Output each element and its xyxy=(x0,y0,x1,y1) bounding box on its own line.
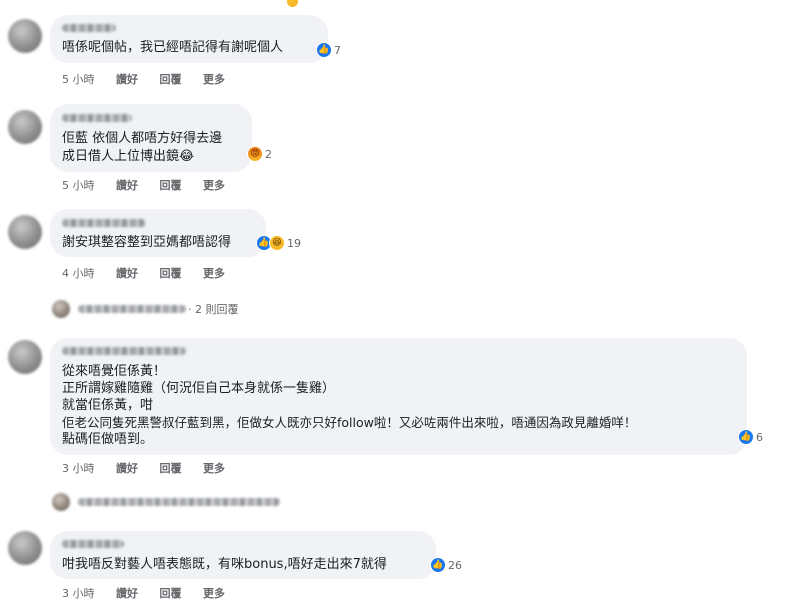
like-button[interactable]: 讚好 xyxy=(116,585,138,601)
more-button[interactable]: 更多 xyxy=(203,71,225,87)
more-button[interactable]: 更多 xyxy=(203,460,225,476)
commenter-name[interactable] xyxy=(62,24,116,32)
like-icon: 👍 xyxy=(738,429,754,445)
comment-actions: 3 小時 讚好 回覆 更多 xyxy=(62,585,243,601)
more-button[interactable]: 更多 xyxy=(203,265,225,281)
comment-bubble: 咁我唔反對藝人唔表態既，有咪bonus,唔好走出來7就得 xyxy=(50,531,436,579)
comment-text: 就當佢係黃，咁 xyxy=(62,398,154,413)
avatar[interactable] xyxy=(8,19,42,53)
timestamp[interactable]: 5 小時 xyxy=(62,177,95,193)
reaction-summary[interactable]: 👍 6 xyxy=(738,428,763,446)
like-icon: 👍 xyxy=(430,557,446,573)
avatar[interactable] xyxy=(8,340,42,374)
reaction-count: 2 xyxy=(265,147,272,161)
reaction-summary[interactable]: 😡 2 xyxy=(247,145,272,163)
reply-button[interactable]: 回覆 xyxy=(160,177,182,193)
reply-button[interactable]: 回覆 xyxy=(160,460,182,476)
comment-text: 謝安琪整容整到亞媽都唔認得 xyxy=(62,235,232,250)
timestamp[interactable]: 3 小時 xyxy=(62,460,95,476)
reply-button[interactable]: 回覆 xyxy=(160,265,182,281)
comment-text: 點碼佢做唔到。 xyxy=(62,432,154,447)
comment-text: 從來唔覺佢係黃！ xyxy=(62,364,167,379)
more-button[interactable]: 更多 xyxy=(203,585,225,601)
reply-avatar[interactable] xyxy=(52,493,70,511)
timestamp[interactable]: 5 小時 xyxy=(62,71,95,87)
reaction-summary[interactable]: 👍 😆 19 xyxy=(256,234,301,252)
reaction-count: 26 xyxy=(448,558,462,572)
angry-icon: 😡 xyxy=(247,146,263,162)
comment-text: 佢藍 依個人都唔方好得去邊 xyxy=(62,131,223,146)
like-button[interactable]: 讚好 xyxy=(116,71,138,87)
comment-actions: 5 小時 讚好 回覆 更多 xyxy=(62,71,243,87)
commenter-name[interactable] xyxy=(62,540,124,548)
reaction-summary[interactable]: 👍 26 xyxy=(430,556,462,574)
comment-actions: 3 小時 讚好 回覆 更多 xyxy=(62,460,243,476)
reply-avatar[interactable] xyxy=(52,300,70,318)
comment-actions: 5 小時 讚好 回覆 更多 xyxy=(62,177,243,193)
avatar[interactable] xyxy=(8,110,42,144)
like-button[interactable]: 讚好 xyxy=(116,460,138,476)
commenter-name[interactable] xyxy=(62,347,186,355)
like-button[interactable]: 讚好 xyxy=(116,265,138,281)
reaction-count: 19 xyxy=(287,236,301,250)
comment-actions: 4 小時 讚好 回覆 更多 xyxy=(62,265,243,281)
like-button[interactable]: 讚好 xyxy=(116,177,138,193)
commenter-name[interactable] xyxy=(62,114,132,122)
replier-name[interactable] xyxy=(78,305,186,313)
comment-bubble: 謝安琪整容整到亞媽都唔認得 xyxy=(50,209,266,257)
avatar[interactable] xyxy=(8,531,42,565)
timestamp[interactable]: 3 小時 xyxy=(62,585,95,601)
comment-text: 正所謂嫁雞隨雞（何況佢自己本身就係一隻雞） xyxy=(62,381,336,396)
comment-text: 成日借人上位博出鏡😂 xyxy=(62,149,195,164)
reaction-count: 6 xyxy=(756,430,763,444)
view-replies-link[interactable]: · 2 則回覆 xyxy=(188,301,239,317)
comment-text: 唔係呢個帖，我已經唔記得有謝呢個人 xyxy=(62,40,284,55)
reply-button[interactable]: 回覆 xyxy=(160,71,182,87)
comment-bubble: 佢藍 依個人都唔方好得去邊 成日借人上位博出鏡😂 xyxy=(50,104,252,172)
comment-bubble: 唔係呢個帖，我已經唔記得有謝呢個人 xyxy=(50,15,328,63)
reply-button[interactable]: 回覆 xyxy=(160,585,182,601)
commenter-name[interactable] xyxy=(62,219,146,227)
reaction-summary[interactable]: 👍 7 xyxy=(316,41,341,59)
replier-name[interactable] xyxy=(78,498,280,506)
haha-icon: 😆 xyxy=(269,235,285,251)
timestamp[interactable]: 4 小時 xyxy=(62,265,95,281)
like-icon: 👍 xyxy=(316,42,332,58)
comment-bubble: 從來唔覺佢係黃！ 正所謂嫁雞隨雞（何況佢自己本身就係一隻雞） 就當佢係黃，咁 佢… xyxy=(50,338,747,455)
comment-text: 佢老公同隻死黑警叔仔藍到黑，佢做女人既亦只好follow啦！又必咗兩件出來啦，唔… xyxy=(62,415,637,430)
reaction-icon xyxy=(286,0,299,8)
comment-text: 咁我唔反對藝人唔表態既，有咪bonus,唔好走出來7就得 xyxy=(62,557,387,572)
avatar[interactable] xyxy=(8,215,42,249)
reaction-count: 7 xyxy=(334,43,341,57)
more-button[interactable]: 更多 xyxy=(203,177,225,193)
